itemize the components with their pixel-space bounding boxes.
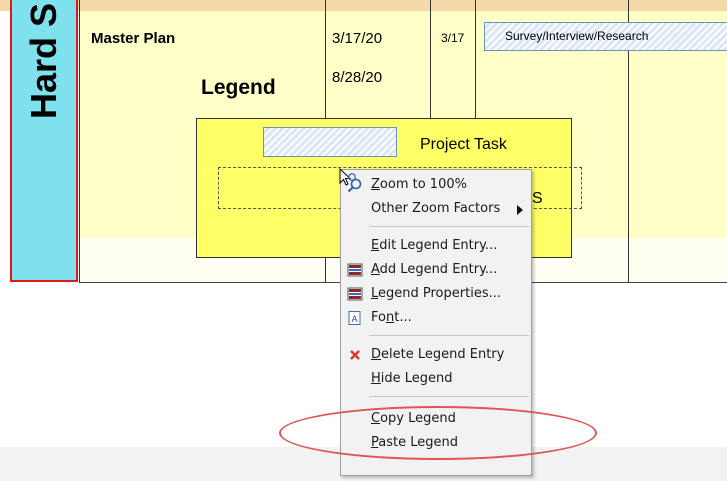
task-bar-label: Survey/Interview/Research <box>505 29 649 43</box>
mouse-pointer-icon <box>339 167 359 195</box>
menu-label: Font... <box>371 310 412 325</box>
menu-item-add-legend-entry[interactable]: Add Legend Entry... <box>341 259 531 281</box>
menu-separator <box>369 396 529 397</box>
menu-item-hide-legend[interactable]: Hide Legend <box>341 368 531 390</box>
bar-date-label: 3/17 <box>441 31 465 45</box>
legend-table-icon <box>347 286 363 302</box>
menu-label: Add Legend Entry... <box>371 262 498 277</box>
menu-item-other-zoom-factors[interactable]: Other Zoom Factors <box>341 198 531 220</box>
side-label: Hard S <box>10 0 78 282</box>
legend-heading: Legend <box>201 76 276 99</box>
svg-text:A: A <box>352 315 359 325</box>
menu-label: Legend Properties... <box>371 286 501 301</box>
menu-separator <box>369 226 529 227</box>
column-divider <box>79 0 80 283</box>
menu-separator <box>369 335 529 336</box>
finish-date-cell[interactable]: 8/28/20 <box>332 69 382 86</box>
menu-label: Delete Legend Entry <box>371 347 505 362</box>
menu-label: Zoom to 100% <box>371 177 467 192</box>
legend-entry-text: S <box>532 190 543 207</box>
menu-item-legend-properties[interactable]: Legend Properties... <box>341 283 531 305</box>
menu-label: Other Zoom Factors <box>371 201 501 216</box>
menu-item-zoom-to-100[interactable]: Zoom to 100% <box>341 174 531 196</box>
menu-label: Hide Legend <box>371 371 453 386</box>
highlight-ellipse <box>279 406 597 460</box>
menu-label: Edit Legend Entry... <box>371 238 498 253</box>
menu-item-delete-legend-entry[interactable]: Delete Legend Entry <box>341 344 531 366</box>
menu-item-edit-legend-entry[interactable]: Edit Legend Entry... <box>341 235 531 257</box>
submenu-arrow-icon <box>517 204 524 219</box>
header-strip <box>0 0 727 11</box>
legend-task-label: Project Task <box>420 136 507 153</box>
font-icon: A <box>347 310 363 326</box>
legend-swatch <box>263 127 397 157</box>
menu-item-font[interactable]: A Font... <box>341 307 531 329</box>
task-name-cell[interactable]: Master Plan <box>91 30 175 47</box>
delete-x-icon <box>347 347 363 363</box>
start-date-cell[interactable]: 3/17/20 <box>332 30 382 47</box>
legend-table-icon <box>347 262 363 278</box>
side-label-text: Hard S <box>23 2 65 120</box>
